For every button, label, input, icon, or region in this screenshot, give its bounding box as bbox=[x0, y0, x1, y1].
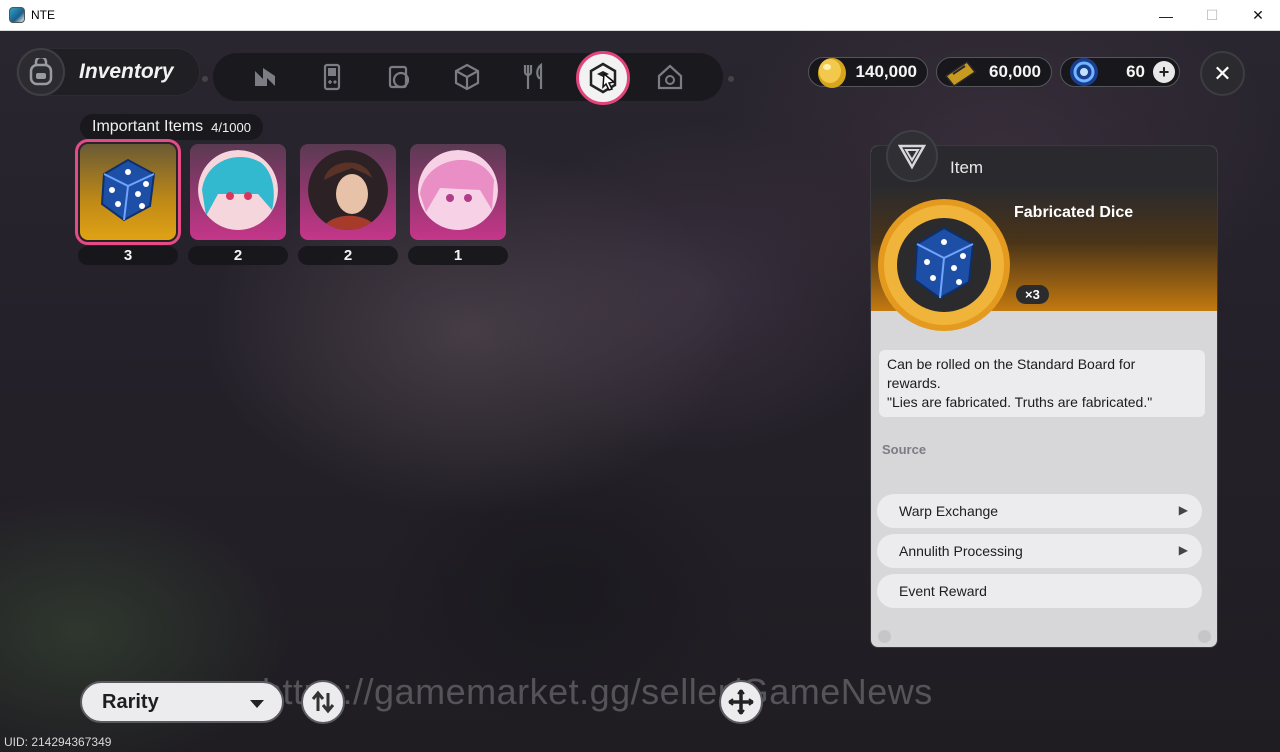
tabbar-dot-left bbox=[202, 76, 208, 82]
tab-important-items[interactable] bbox=[576, 51, 630, 105]
watermark-text: https://gamemarket.gg/seller/GameNews bbox=[262, 671, 933, 712]
backpack-icon bbox=[17, 48, 65, 96]
app-icon bbox=[9, 7, 25, 23]
currency-ticket-value: 60,000 bbox=[989, 62, 1041, 81]
window-close-button[interactable]: ✕ bbox=[1235, 0, 1280, 31]
panel-title: Item bbox=[950, 158, 984, 177]
character-portrait-icon bbox=[418, 150, 498, 230]
tab-n-logo[interactable] bbox=[247, 59, 283, 95]
item-card-character[interactable] bbox=[300, 144, 396, 240]
tabbar-dot-right bbox=[728, 76, 734, 82]
item-detail-panel: Item Fabricated Dice ×3 Can be rolled on… bbox=[870, 145, 1218, 648]
game-viewport: Inventory 140,000 60,000 60 + ✕ Importan… bbox=[0, 31, 1280, 752]
item-qty: 2 bbox=[298, 246, 398, 265]
card-stack-icon bbox=[388, 65, 410, 89]
ticket-icon bbox=[944, 60, 977, 88]
inventory-header: Inventory bbox=[16, 48, 200, 96]
description-line: rewards. bbox=[887, 375, 941, 391]
character-portrait-icon bbox=[198, 150, 278, 230]
tab-console[interactable] bbox=[314, 59, 350, 95]
description-line: Can be rolled on the Standard Board for bbox=[887, 356, 1136, 372]
character-portrait-icon bbox=[308, 150, 388, 230]
add-button[interactable] bbox=[719, 680, 763, 724]
source-event-reward[interactable]: Event Reward bbox=[877, 574, 1202, 608]
cube-box-icon bbox=[454, 63, 480, 91]
source-label-text: Warp Exchange bbox=[899, 503, 999, 519]
panel-corner-dot bbox=[1198, 630, 1211, 643]
sort-order-button[interactable] bbox=[301, 680, 345, 724]
item-card-character[interactable] bbox=[190, 144, 286, 240]
tab-boxes[interactable] bbox=[449, 59, 485, 95]
close-inventory-button[interactable]: ✕ bbox=[1200, 51, 1245, 96]
window-title: NTE bbox=[31, 8, 55, 22]
item-type-badge bbox=[886, 130, 938, 182]
item-qty: 3 bbox=[78, 246, 178, 265]
window-titlebar: NTE — ☐ ✕ bbox=[0, 0, 1280, 31]
handheld-console-icon bbox=[323, 63, 341, 91]
item-qty: 1 bbox=[408, 246, 508, 265]
item-description: Can be rolled on the Standard Board for … bbox=[879, 350, 1205, 417]
item-medal-icon bbox=[878, 199, 1010, 331]
currency-gold-value: 140,000 bbox=[855, 62, 917, 81]
sort-rarity-label: Rarity bbox=[102, 690, 159, 713]
chevron-right-icon: ▶ bbox=[1178, 543, 1188, 557]
section-name: Important Items bbox=[92, 118, 204, 135]
inventory-title: Inventory bbox=[79, 60, 174, 83]
minimize-button[interactable]: — bbox=[1143, 0, 1189, 31]
tab-food[interactable] bbox=[517, 59, 553, 95]
chevron-right-icon: ▶ bbox=[1178, 503, 1188, 517]
item-card-character[interactable] bbox=[410, 144, 506, 240]
source-warp-exchange[interactable]: Warp Exchange ▶ bbox=[877, 494, 1202, 528]
tab-housing[interactable] bbox=[652, 59, 688, 95]
section-count: 4/1000 bbox=[211, 119, 251, 135]
gold-coin-icon bbox=[818, 58, 846, 88]
item-name: Fabricated Dice bbox=[1014, 204, 1134, 221]
sort-rarity-dropdown[interactable]: Rarity bbox=[80, 681, 284, 723]
user-id: UID: 214294367349 bbox=[4, 735, 112, 749]
source-label-text: Annulith Processing bbox=[899, 543, 1023, 559]
tab-cards[interactable] bbox=[381, 59, 417, 95]
important-item-icon bbox=[589, 62, 617, 94]
fork-knife-icon bbox=[523, 62, 543, 89]
dice-icon bbox=[100, 158, 156, 222]
house-icon bbox=[657, 64, 683, 90]
currency-gold: 140,000 bbox=[808, 57, 928, 88]
sort-arrows-icon bbox=[311, 690, 335, 714]
currency-crystal: 60 + bbox=[1060, 57, 1180, 87]
maximize-button[interactable]: ☐ bbox=[1189, 0, 1235, 31]
currency-ticket: 60,000 bbox=[936, 57, 1052, 88]
n-logo-icon bbox=[255, 68, 275, 86]
source-label-text: Event Reward bbox=[899, 583, 987, 599]
source-annulith-processing[interactable]: Annulith Processing ▶ bbox=[877, 534, 1202, 568]
source-label: Source bbox=[882, 442, 927, 457]
description-line: "Lies are fabricated. Truths are fabrica… bbox=[887, 394, 1153, 410]
section-header: Important Items 4/1000 bbox=[80, 114, 263, 140]
panel-corner-dot bbox=[878, 630, 891, 643]
item-type-icon bbox=[897, 144, 927, 170]
item-card-dice[interactable] bbox=[75, 139, 181, 245]
plus-icon bbox=[728, 689, 754, 715]
item-quantity-badge: ×3 bbox=[1016, 285, 1049, 304]
item-qty: 2 bbox=[188, 246, 288, 265]
currency-crystal-value: 60 bbox=[1126, 62, 1145, 81]
add-crystal-button[interactable]: + bbox=[1153, 61, 1175, 83]
chevron-down-icon bbox=[250, 700, 264, 708]
blue-crystal-icon bbox=[1070, 58, 1098, 86]
